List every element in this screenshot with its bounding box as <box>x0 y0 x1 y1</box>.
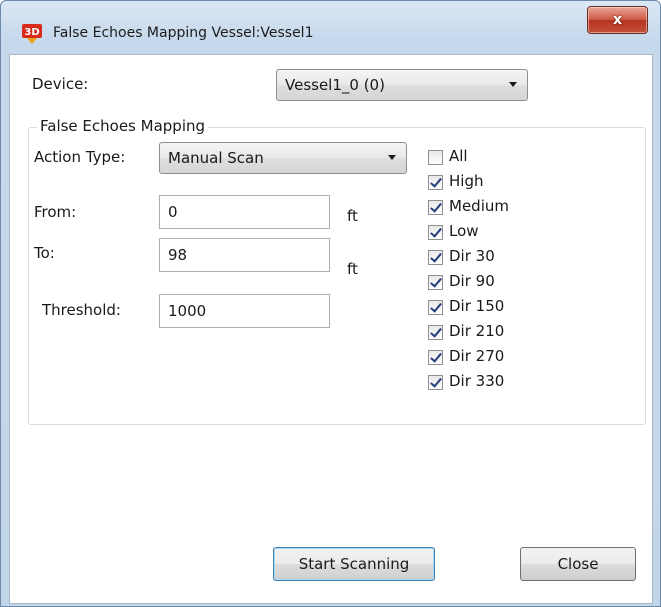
from-label: From: <box>34 203 77 221</box>
checkbox-label: Dir 30 <box>449 247 495 265</box>
checkbox-label: All <box>449 147 468 165</box>
chevron-down-icon <box>388 155 396 160</box>
to-input-value: 98 <box>168 246 188 264</box>
checkbox-dir-30[interactable]: Dir 30 <box>428 247 538 269</box>
threshold-input[interactable]: 1000 <box>159 294 330 328</box>
window-title: False Echoes Mapping Vessel:Vessel1 <box>53 25 314 41</box>
groupbox-title: False Echoes Mapping <box>37 117 209 135</box>
start-scanning-button[interactable]: Start Scanning <box>273 547 435 581</box>
chevron-down-icon <box>509 82 517 87</box>
action-type-dropdown[interactable]: Manual Scan <box>159 142 407 174</box>
action-type-dropdown-value: Manual Scan <box>168 149 264 167</box>
checkbox-label: High <box>449 172 484 190</box>
checkbox-box[interactable] <box>428 250 443 265</box>
from-input-value: 0 <box>168 203 178 221</box>
threshold-label: Threshold: <box>42 301 121 319</box>
window-close-button[interactable]: x <box>587 6 648 34</box>
to-label: To: <box>34 244 55 262</box>
checkbox-label: Dir 330 <box>449 372 505 390</box>
checkbox-box[interactable] <box>428 375 443 390</box>
checkbox-dir-270[interactable]: Dir 270 <box>428 347 538 369</box>
checkbox-box[interactable] <box>428 225 443 240</box>
checkbox-box[interactable] <box>428 350 443 365</box>
threshold-input-value: 1000 <box>168 302 207 320</box>
checkbox-box[interactable] <box>428 150 443 165</box>
checkbox-label: Dir 150 <box>449 297 505 315</box>
3d-app-icon: 3D <box>22 24 42 44</box>
checkbox-label: Dir 270 <box>449 347 505 365</box>
to-unit: ft <box>347 260 358 278</box>
checkbox-label: Low <box>449 222 479 240</box>
checkbox-low[interactable]: Low <box>428 222 538 244</box>
checkbox-box[interactable] <box>428 300 443 315</box>
checkbox-label: Dir 210 <box>449 322 505 340</box>
dialog-body: Device: Vessel1_0 (0) False Echoes Mappi… <box>9 54 653 604</box>
device-dropdown[interactable]: Vessel1_0 (0) <box>276 69 528 101</box>
checkbox-label: Medium <box>449 197 509 215</box>
title-bar[interactable]: 3D False Echoes Mapping Vessel:Vessel1 x <box>1 1 660 51</box>
checkbox-dir-90[interactable]: Dir 90 <box>428 272 538 294</box>
checkbox-box[interactable] <box>428 325 443 340</box>
checkbox-box[interactable] <box>428 200 443 215</box>
checkbox-box[interactable] <box>428 175 443 190</box>
device-dropdown-value: Vessel1_0 (0) <box>285 76 385 94</box>
checkbox-dir-210[interactable]: Dir 210 <box>428 322 538 344</box>
dialog-window: 3D False Echoes Mapping Vessel:Vessel1 x… <box>0 0 661 607</box>
checkbox-dir-330[interactable]: Dir 330 <box>428 372 538 394</box>
checkbox-all[interactable]: All <box>428 147 538 169</box>
checkbox-box[interactable] <box>428 275 443 290</box>
close-button[interactable]: Close <box>520 547 636 581</box>
checkbox-dir-150[interactable]: Dir 150 <box>428 297 538 319</box>
checkbox-medium[interactable]: Medium <box>428 197 538 219</box>
close-icon: x <box>612 12 623 28</box>
action-type-label: Action Type: <box>34 148 126 166</box>
to-input[interactable]: 98 <box>159 238 330 272</box>
device-label: Device: <box>32 75 89 93</box>
svg-text:3D: 3D <box>24 27 39 38</box>
from-input[interactable]: 0 <box>159 195 330 229</box>
from-unit: ft <box>347 207 358 225</box>
checkbox-label: Dir 90 <box>449 272 495 290</box>
checkbox-high[interactable]: High <box>428 172 538 194</box>
